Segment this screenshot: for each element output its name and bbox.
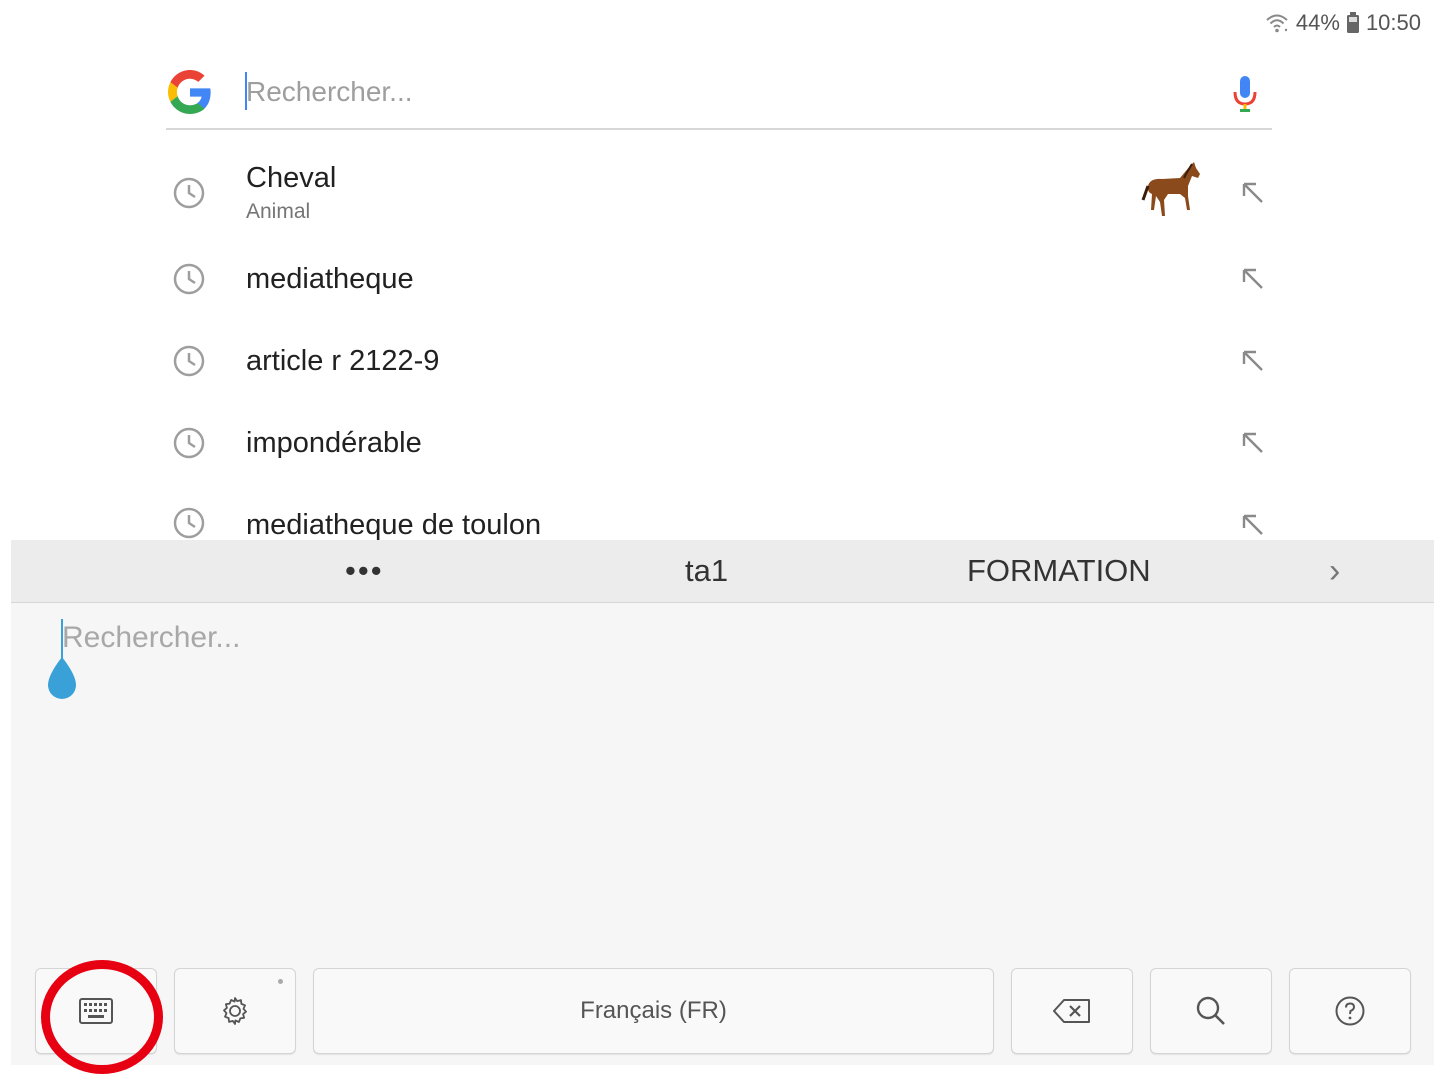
suggestion-title: Cheval — [246, 162, 337, 194]
suggestion-subtitle: Animal — [246, 200, 311, 223]
prediction-more-button[interactable]: ••• — [345, 540, 384, 602]
suggestion-item[interactable]: article r 2122-9 — [166, 320, 1272, 402]
suggestion-item-cheval[interactable]: Cheval Animal — [166, 152, 1272, 234]
microphone-icon[interactable] — [1230, 74, 1260, 114]
keyboard-function-row: Français (FR) — [11, 968, 1434, 1055]
suggestion-text: impondérable — [246, 426, 422, 460]
suggestion-title: mediatheque de toulon — [246, 509, 542, 540]
clock-history-icon — [173, 263, 205, 295]
search-input[interactable] — [246, 72, 1146, 112]
language-label: Français (FR) — [580, 997, 727, 1024]
insert-arrow-icon[interactable] — [1240, 430, 1266, 456]
suggestion-item[interactable]: mediatheque de toulon — [166, 484, 1272, 540]
insert-arrow-icon[interactable] — [1240, 512, 1266, 538]
prediction-word[interactable]: FORMATION — [967, 540, 1151, 602]
help-button[interactable] — [1289, 968, 1411, 1054]
cursor-handle-icon[interactable] — [44, 653, 80, 703]
prediction-next-chevron-icon[interactable]: › — [1329, 540, 1340, 602]
backspace-icon — [1053, 999, 1090, 1023]
search-button[interactable] — [1150, 968, 1272, 1054]
clock-time: 10:50 — [1365, 10, 1421, 35]
keyboard-icon — [79, 998, 113, 1024]
prediction-bar: ••• ta1 FORMATION › — [11, 540, 1434, 603]
google-logo-icon[interactable] — [168, 70, 212, 114]
suggestion-text: mediatheque de toulon — [246, 508, 541, 540]
wifi-icon — [1266, 14, 1288, 33]
suggestion-title: article r 2122-9 — [246, 345, 440, 377]
prediction-word[interactable]: ta1 — [685, 540, 728, 602]
clock-history-icon — [173, 177, 205, 209]
suggestion-title: mediatheque — [246, 263, 414, 295]
horse-thumbnail-icon — [1141, 162, 1200, 216]
battery-icon — [1346, 12, 1359, 33]
suggestion-text: mediatheque — [246, 262, 414, 296]
suggestion-text: article r 2122-9 — [246, 344, 439, 378]
handwriting-input-placeholder: Rechercher... — [62, 621, 241, 654]
clock-history-icon — [173, 427, 205, 459]
help-icon — [1335, 996, 1365, 1026]
handwriting-keyboard: ••• ta1 FORMATION › Rechercher... França… — [11, 540, 1434, 1074]
insert-arrow-icon[interactable] — [1240, 348, 1266, 374]
backspace-button[interactable] — [1011, 968, 1133, 1054]
insert-arrow-icon[interactable] — [1240, 180, 1266, 206]
keyboard-switch-button[interactable] — [35, 968, 157, 1054]
gear-icon — [223, 997, 247, 1025]
handwriting-area[interactable]: Rechercher... — [11, 603, 1434, 1003]
status-bar: 44% 10:50 — [1264, 8, 1421, 38]
keyboard-settings-button[interactable] — [174, 968, 296, 1054]
clock-history-icon — [173, 345, 205, 377]
suggestion-title: impondérable — [246, 427, 422, 459]
notification-dot — [278, 979, 283, 984]
suggestion-item[interactable]: mediatheque — [166, 238, 1272, 320]
search-icon — [1196, 996, 1225, 1025]
clock-history-icon — [173, 507, 205, 539]
suggestion-text: Cheval Animal — [246, 161, 336, 225]
search-bar — [166, 60, 1272, 130]
battery-percent: 44% — [1295, 10, 1340, 35]
language-key[interactable]: Français (FR) — [313, 968, 994, 1054]
insert-arrow-icon[interactable] — [1240, 266, 1266, 292]
suggestion-item[interactable]: impondérable — [166, 402, 1272, 484]
